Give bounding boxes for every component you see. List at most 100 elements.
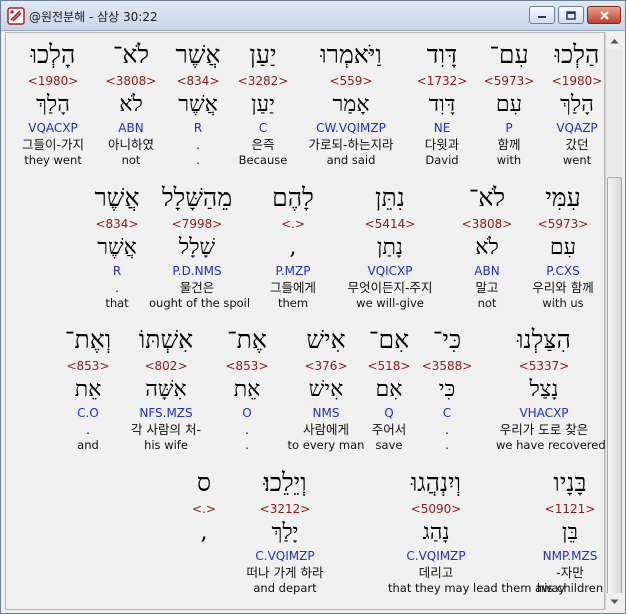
lemma-word: אֲשֶׁר [97, 235, 137, 260]
word-column[interactable]: הָלְכוּ <1980> הָלַךְ VQACXP 그들이-가지 they went [5, 38, 101, 168]
strong-number: <1732> [416, 74, 468, 88]
lemma-word: בֵּן [561, 520, 579, 545]
parsing-code: C.VQIMZP [406, 549, 466, 563]
word-column[interactable]: דָּוִד <1732> דָּוִד NE 다윗과 David [394, 38, 490, 168]
parsing-code: ABN [474, 264, 500, 278]
close-button[interactable] [587, 6, 621, 24]
strong-number: <1121> [544, 502, 596, 516]
strong-number: <.> [281, 217, 305, 231]
parsing-code: VQICXP [367, 264, 413, 278]
title-bar[interactable]: @원전분해 - 삼상 30:22 [1, 1, 625, 31]
strong-number: <559> [329, 74, 373, 88]
lemma-word: דָּוִד [428, 92, 456, 117]
korean-gloss: 그들에게 [269, 280, 316, 295]
window-title: @원전분해 - 삼상 30:22 [29, 10, 158, 24]
strong-number: <3808> [461, 217, 513, 231]
hebrew-word: בָּנָיו [553, 468, 587, 497]
app-logo-icon [7, 7, 25, 25]
korean-gloss [156, 564, 252, 581]
arrow-up-icon [610, 38, 619, 43]
english-gloss [156, 581, 252, 596]
lemma-word: , [200, 520, 208, 545]
strong-number: <853> [66, 359, 110, 373]
word-column[interactable]: אֲשֶׁר <834> אֲשֶׁר R. that [69, 181, 165, 311]
lemma-word: נָהַג [422, 520, 450, 545]
parsing-code: R [112, 264, 122, 278]
vertical-scrollbar[interactable] [605, 32, 623, 610]
scroll-down-button[interactable] [606, 593, 623, 610]
scroll-up-button[interactable] [606, 32, 623, 49]
english-gloss: them [277, 296, 309, 310]
word-column[interactable]: לֹא־ <3808> לֹא ABN 말고 not [439, 181, 535, 311]
korean-gloss: 그들이-가지 [21, 137, 84, 152]
word-column[interactable]: ס <.>, [156, 466, 252, 596]
minimize-icon [538, 16, 546, 18]
english-gloss: we will-give [356, 296, 424, 310]
strong-number: <5090> [410, 502, 462, 516]
english-gloss: that [105, 296, 129, 310]
parsing-code: VHACXP [519, 406, 569, 420]
korean-gloss: -자만 [556, 565, 584, 580]
english-gloss: that they may lead them away [388, 581, 566, 595]
parsing-code: NMP.MZS [542, 549, 598, 563]
word-column[interactable]: בָּנָיו <1121> בֵּן NMP.MZS -자만 his children [522, 466, 618, 596]
hebrew-word: ס [196, 468, 212, 497]
scroll-thumb[interactable] [607, 177, 622, 609]
hebrew-word: דָּוִד [426, 40, 458, 69]
maximize-icon [566, 10, 576, 20]
lemma-word: אֵת [74, 377, 102, 402]
hebrew-word: הִצַּלְנוּ [517, 325, 571, 354]
hebrew-word: וְאֶת־ [64, 325, 112, 354]
close-icon [599, 10, 609, 20]
app-window: @원전분해 - 삼상 30:22 הַלְכוּ <1980> הָלַךְ VQAZ… [0, 0, 626, 614]
strong-number: <5414> [364, 217, 416, 231]
korean-gloss: 다윗과 [424, 137, 460, 152]
hebrew-word: נִתֵּן [375, 183, 405, 212]
parsing-code: NE [433, 121, 451, 135]
hebrew-word: לֹא־ [468, 183, 506, 212]
hebrew-word: וְיִנְהֲגוּ [410, 468, 462, 497]
parsing-code: VQACXP [28, 121, 78, 135]
strong-number: <5337> [518, 359, 570, 373]
korean-gloss: 말고 [475, 280, 499, 295]
english-gloss: David [425, 153, 459, 167]
maximize-button[interactable] [558, 6, 584, 24]
strong-number: <.> [192, 502, 216, 516]
word-column[interactable]: הִצַּלְנוּ <5337> נָצַל VHACXP 우리가 도로 찾은 we h… [496, 323, 606, 453]
strong-number: <1980> [27, 74, 79, 88]
word-column[interactable]: לָהֶם <.>, P.MZP 그들에게 them [245, 181, 341, 311]
lemma-word: הָלַךְ [36, 92, 70, 117]
korean-gloss: 가로되-하는지라 [308, 137, 394, 152]
hebrew-word: אֲשֶׁר [94, 183, 140, 212]
english-gloss: we have recovered [496, 438, 606, 452]
strong-number: <834> [95, 217, 139, 231]
english-gloss: not [477, 296, 497, 310]
word-column[interactable]: נִתֵּן <5414> נָתַן VQICXP 무엇이든지-주지 we will-g… [342, 181, 438, 311]
hebrew-word: הָלְכוּ [30, 40, 76, 69]
lemma-word: לֹא [475, 235, 499, 260]
english-gloss: and [77, 438, 99, 452]
word-column[interactable]: וְאֶת־ <853> אֵת C.O. and [40, 323, 136, 453]
english-gloss: they went [24, 153, 82, 167]
parsing-code: C.O [77, 406, 99, 420]
parsing-code: P.MZP [275, 264, 311, 278]
korean-gloss: 무엇이든지-주지 [347, 280, 433, 295]
english-gloss: and said [326, 153, 376, 167]
interlinear-panel: הַלְכוּ <1980> הָלַךְ VQAZP 갔던 went עִם־ <5973>… [5, 32, 606, 610]
parsing-code [156, 548, 252, 564]
arrow-down-icon [610, 599, 619, 604]
parsing-code: CW.VQIMZP [316, 121, 386, 135]
lemma-word: אָמַר [332, 92, 370, 117]
lemma-word: נָצַל [529, 377, 559, 402]
word-column[interactable]: וַיֹּאמְרוּ <559> אָמַר CW.VQIMZP 가로되-하는지라 an… [303, 38, 399, 168]
hebrew-word: וַיֹּאמְרוּ [320, 40, 382, 69]
korean-gloss: . [115, 280, 119, 295]
korean-gloss: 우리가 도로 찾은 [499, 422, 589, 437]
korean-gloss: 데리고 [418, 565, 454, 580]
minimize-button[interactable] [529, 6, 555, 24]
lemma-word: , [289, 235, 297, 260]
lemma-word: נָתַן [376, 235, 404, 260]
korean-gloss: . [86, 422, 90, 437]
hebrew-word: לָהֶם [272, 183, 314, 212]
word-column[interactable]: וְיִנְהֲגוּ <5090> נָהַג C.VQIMZP 데리고 that th… [388, 466, 566, 596]
